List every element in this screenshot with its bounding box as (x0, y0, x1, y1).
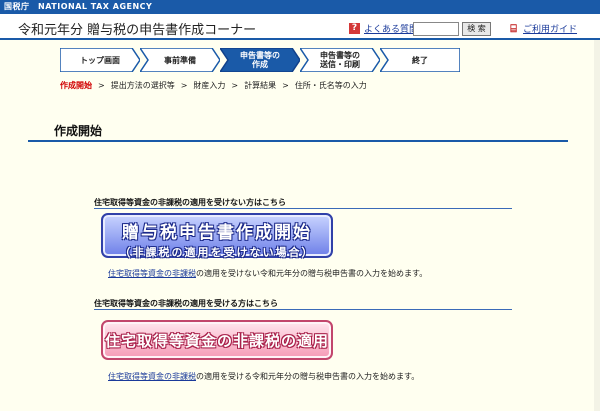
breadcrumb-item: 計算結果 (244, 81, 277, 90)
breadcrumb-separator: > (282, 81, 289, 90)
housing-exemption-link[interactable]: 住宅取得等資金の非課税 (108, 269, 196, 278)
step-finish: 終了 (380, 48, 460, 72)
housing-exemption-link[interactable]: 住宅取得等資金の非課税 (108, 372, 196, 381)
app-title: 令和元年分 贈与税の申告書作成コーナー (18, 23, 257, 38)
step-create: 申告書等の 作成 (220, 48, 300, 72)
breadcrumb-separator: > (180, 81, 188, 90)
section-divider (94, 208, 512, 209)
book-icon[interactable]: ⌸ (508, 23, 519, 34)
question-icon[interactable]: ? (349, 23, 360, 34)
section-heading-no-exemption: 住宅取得等資金の非課税の適用を受けない方はこちら (94, 198, 286, 207)
description-text: の適用を受けない令和元年分の贈与税申告書の入力を始めます。 (196, 269, 428, 278)
faq-link[interactable]: よくある質問 (364, 22, 418, 35)
step-label: 申告書等の 作成 (240, 51, 280, 69)
housing-exemption-button[interactable]: 住宅取得等資金の非課税の適用 (101, 320, 333, 360)
scrollbar[interactable] (594, 40, 600, 411)
step-label: トップ画面 (80, 55, 120, 65)
breadcrumb-item: 提出方法の選択等 (110, 81, 175, 90)
agency-banner: 国税庁 NATIONAL TAX AGENCY (0, 0, 600, 14)
breadcrumb-item: 住所・氏名等の入力 (294, 81, 367, 90)
section-description: 住宅取得等資金の非課税の適用を受ける令和元年分の贈与税申告書の入力を始めます。 (108, 371, 419, 382)
breadcrumb-separator: > (98, 81, 105, 90)
step-top: トップ画面 (60, 48, 140, 72)
button-label: 住宅取得等資金の非課税の適用 (104, 332, 329, 350)
section-description: 住宅取得等資金の非課税の適用を受けない令和元年分の贈与税申告書の入力を始めます。 (108, 268, 427, 279)
search-button[interactable]: 検 索 (462, 22, 491, 36)
breadcrumb: 作成開始 > 提出方法の選択等 > 財産入力 > 計算結果 > 住所・氏名等の入力 (60, 80, 367, 91)
breadcrumb-current: 作成開始 (60, 81, 92, 90)
step-label: 申告書等の 送信・印刷 (320, 51, 360, 69)
step-preparation: 事前準備 (140, 48, 220, 72)
search-input[interactable] (413, 22, 459, 36)
section-heading-with-exemption: 住宅取得等資金の非課税の適用を受ける方はこちら (94, 299, 278, 308)
step-label: 事前準備 (164, 55, 196, 65)
breadcrumb-item: 財産入力 (193, 81, 226, 90)
description-text: の適用を受ける令和元年分の贈与税申告書の入力を始めます。 (196, 372, 420, 381)
app-header: 令和元年分 贈与税の申告書作成コーナー ? よくある質問 検 索 ⌸ ご利用ガイ… (0, 14, 600, 40)
step-label: 終了 (412, 55, 428, 65)
guide-link[interactable]: ご利用ガイド (523, 22, 577, 35)
button-label: 贈与税申告書作成開始 (122, 223, 312, 243)
breadcrumb-separator: > (231, 81, 239, 90)
page-title: 作成開始 (54, 124, 103, 138)
step-send-print: 申告書等の 送信・印刷 (300, 48, 380, 72)
start-gift-tax-return-button[interactable]: 贈与税申告書作成開始 （非課税の適用を受けない場合） (101, 213, 333, 259)
section-divider (94, 309, 512, 310)
title-divider (28, 140, 568, 142)
button-sublabel: （非課税の適用を受けない場合） (119, 246, 315, 259)
